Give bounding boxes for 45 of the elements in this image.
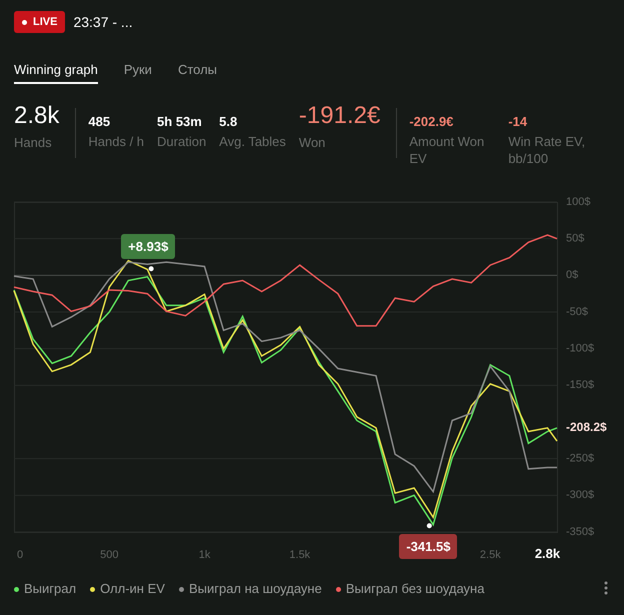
y-axis-label: -250$ — [566, 452, 594, 465]
stat-label: Amount Won EV — [409, 133, 486, 167]
tab[interactable]: Столы — [178, 62, 218, 84]
y-axis-label: -50$ — [566, 306, 588, 318]
x-axis-label: 2.8k — [534, 546, 560, 561]
x-axis-label: 2.5k — [480, 549, 501, 561]
stat-value: -202.9€ — [409, 114, 454, 129]
stat-value: 485 — [88, 114, 112, 129]
stat-label: Avg. Tables — [219, 133, 286, 150]
legend-item[interactable]: Выиграл — [14, 581, 76, 596]
stat-value: 5h 53m — [157, 114, 203, 129]
stat-label: Win Rate EV, bb/100 — [508, 133, 586, 167]
x-axis-label: 500 — [100, 549, 118, 561]
tab[interactable]: Winning graph — [14, 62, 98, 84]
x-axis-label: 1k — [198, 549, 210, 561]
y-axis-label: -100$ — [566, 342, 594, 355]
stat-value: -191.2€ — [298, 102, 380, 130]
legend-item[interactable]: Олл-ин EV — [90, 581, 165, 596]
y-axis-label: 50$ — [566, 232, 584, 245]
point-marker-icon — [426, 523, 432, 528]
legend-item[interactable]: Выиграл на шоудауне — [178, 581, 322, 596]
stat-value: 2.8k — [14, 102, 60, 130]
stat-label: Duration — [157, 133, 206, 150]
tab[interactable]: Руки — [124, 62, 152, 84]
value-tooltip: +8.93$ — [121, 234, 176, 259]
y-axis-label: -350$ — [566, 526, 594, 538]
y-axis-label: 0$ — [566, 269, 578, 282]
current-value-label: -208.2$ — [566, 420, 607, 434]
y-axis-label: 100$ — [566, 196, 590, 208]
value-tooltip: -341.5$ — [399, 534, 458, 559]
stat-label: Hands / h — [88, 133, 144, 150]
live-dot-icon — [22, 20, 27, 24]
session-title: 23:37 - ... — [73, 14, 133, 30]
stat-value: 5.8 — [219, 114, 238, 129]
live-badge: LIVE — [14, 11, 66, 33]
point-marker-icon — [148, 266, 154, 272]
y-axis-label: -300$ — [566, 489, 594, 502]
y-axis-label: -150$ — [566, 379, 594, 392]
x-axis-label: 0 — [17, 549, 24, 561]
stat-label: Won — [298, 134, 326, 151]
legend-item[interactable]: Выиграл без шоудауна — [336, 581, 484, 596]
x-axis-label: 1.5k — [289, 549, 310, 561]
stat-value: -14 — [508, 114, 528, 129]
more-menu-icon[interactable] — [604, 581, 608, 595]
stat-label: Hands — [14, 134, 52, 151]
